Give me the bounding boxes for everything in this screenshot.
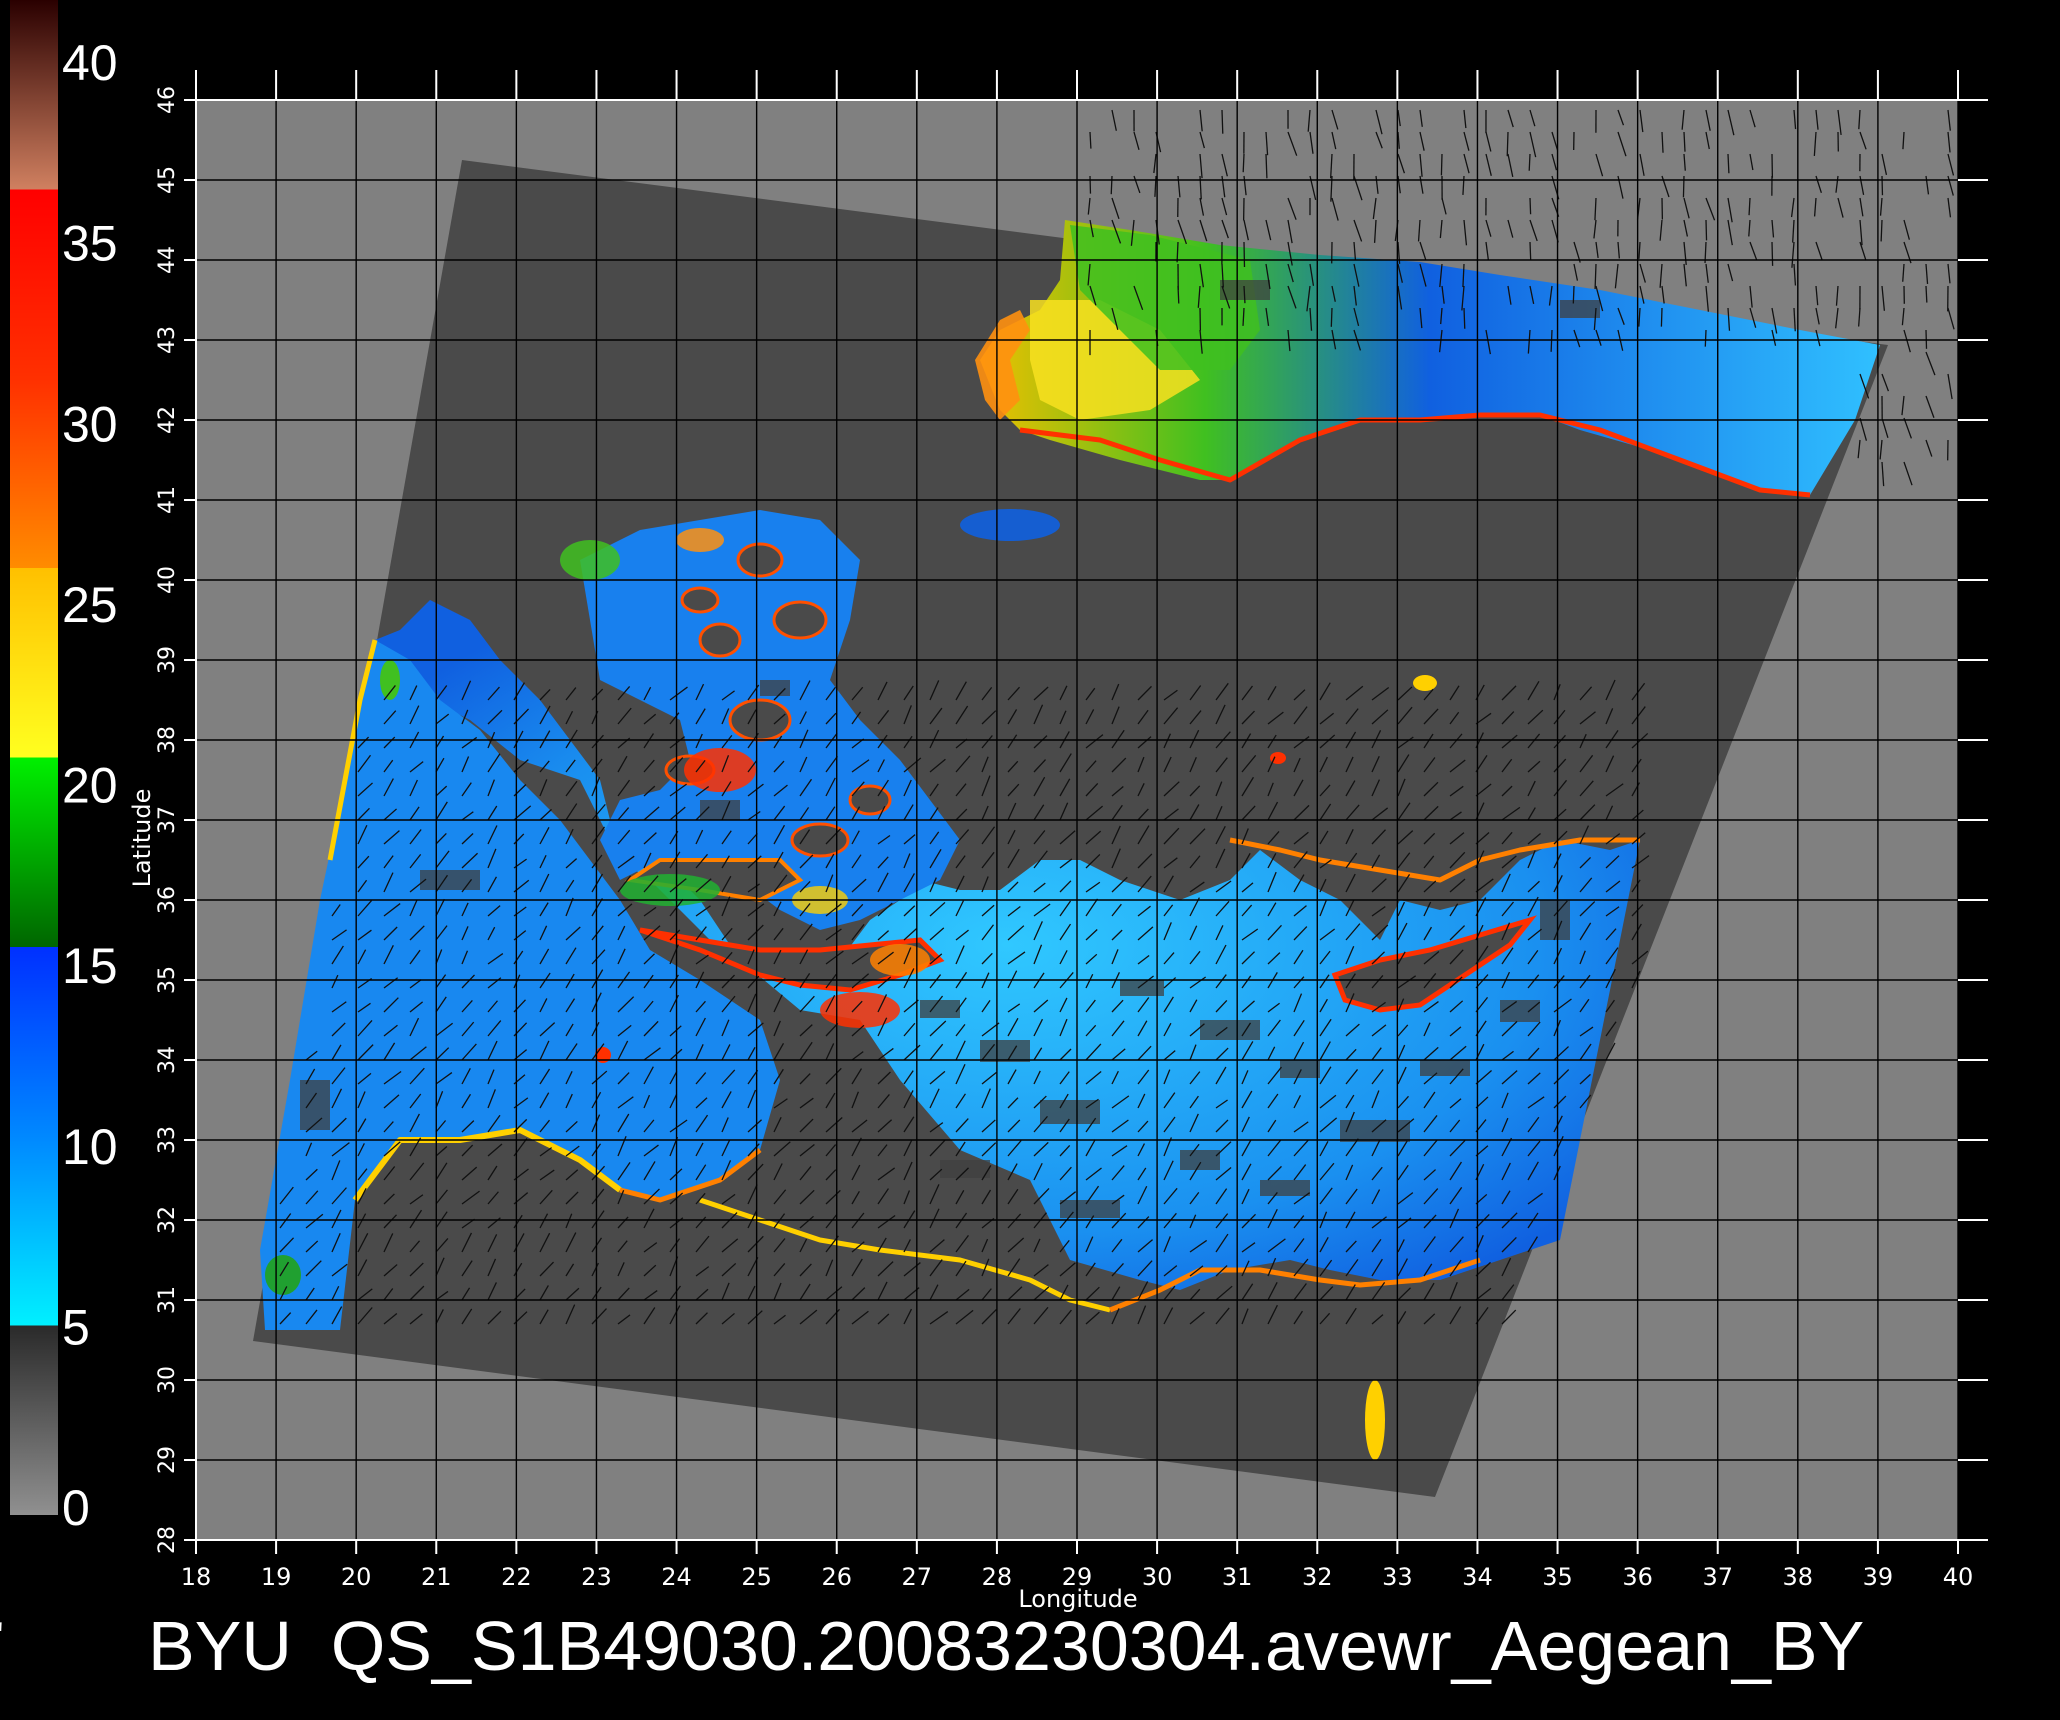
x-tick-label: 40 — [1943, 1563, 1974, 1591]
colorbar-label: 35 — [62, 216, 118, 272]
x-tick-label: 37 — [1702, 1563, 1733, 1591]
y-tick-label: 28 — [155, 1526, 180, 1554]
y-tick-label: 41 — [155, 486, 180, 514]
y-tick-label: 43 — [155, 326, 180, 354]
x-tick-label: 30 — [1142, 1563, 1173, 1591]
x-tick-label: 32 — [1302, 1563, 1333, 1591]
wind-barb — [1682, 175, 1685, 198]
y-tick-label: 30 — [155, 1366, 180, 1394]
colorbar-label: 5 — [62, 1299, 90, 1355]
x-tick-label: 35 — [1542, 1563, 1573, 1591]
y-tick-label: 45 — [155, 166, 180, 194]
colorbar-label: 10 — [62, 1119, 118, 1175]
wind-barb — [1330, 307, 1333, 327]
wind-barb — [1265, 153, 1268, 179]
x-tick-label: 38 — [1783, 1563, 1814, 1591]
figure-title: BYU QS_S1B49030.20083230304.avewr_Aegean… — [148, 1607, 1864, 1685]
x-tick-label: 31 — [1222, 1563, 1253, 1591]
wind-barb — [1727, 153, 1730, 174]
wind-barb — [1177, 285, 1180, 304]
y-tick-label: 42 — [155, 406, 180, 434]
wind-barb — [1528, 153, 1531, 171]
y-tick-labels: 28 29 30 31 32 33 34 35 36 37 38 39 40 41 42 43 44 45 46 — [155, 86, 180, 1554]
y-tick-label: 38 — [155, 726, 180, 754]
colorbar-label: 20 — [62, 758, 118, 814]
x-tick-label: 26 — [821, 1563, 852, 1591]
wind-barb — [1550, 329, 1553, 352]
x-tick-label: 39 — [1863, 1563, 1894, 1591]
wind-barb — [1704, 329, 1707, 347]
x-tick-label: 34 — [1462, 1563, 1493, 1591]
y-tick-label: 40 — [155, 566, 180, 594]
y-tick-label: 35 — [155, 966, 180, 994]
wind-barb — [1705, 219, 1708, 241]
wind-barb — [1463, 307, 1466, 329]
wind-barb — [1771, 241, 1774, 266]
x-tick-label: 23 — [581, 1563, 612, 1591]
wind-barb — [1242, 153, 1245, 173]
x-tick-label: 27 — [902, 1563, 933, 1591]
y-axis-label: Latitude — [128, 789, 156, 888]
x-tick-label: 36 — [1622, 1563, 1653, 1591]
y-tick-label: 31 — [155, 1286, 180, 1314]
colorbar-label: 30 — [62, 396, 118, 452]
wind-barb — [1221, 109, 1224, 134]
x-tick-label: 20 — [341, 1563, 372, 1591]
wind-barb — [1529, 241, 1532, 260]
wind-barb — [1440, 153, 1443, 176]
colorbar-label: 25 — [62, 577, 118, 633]
y-tick-label: 32 — [155, 1206, 180, 1234]
x-tick-label: 24 — [661, 1563, 692, 1591]
wind-barb — [1925, 285, 1928, 303]
wind-barb — [1660, 307, 1663, 327]
y-tick-label: 29 — [155, 1446, 180, 1474]
wind-map-figure: 18 19 20 21 22 23 24 25 26 27 28 29 30 31 32 33 34 35 36 37… — [0, 0, 1988, 1685]
wind-barb — [1572, 285, 1575, 304]
colorbar-label: 15 — [62, 938, 118, 994]
x-tick-label: 18 — [181, 1563, 212, 1591]
wind-barb — [1880, 219, 1883, 242]
footer-left-mark: ' — [0, 1615, 4, 1659]
x-tick-label: 21 — [421, 1563, 452, 1591]
y-tick-label: 34 — [155, 1046, 180, 1074]
colorbar — [10, 0, 58, 1515]
y-tick-label: 33 — [155, 1126, 180, 1154]
y-tick-label: 46 — [155, 86, 180, 114]
colorbar-label: 40 — [62, 35, 118, 91]
x-tick-label: 25 — [741, 1563, 772, 1591]
y-tick-label: 36 — [155, 886, 180, 914]
wind-barb — [1176, 241, 1179, 263]
x-tick-label: 33 — [1382, 1563, 1413, 1591]
colorbar-label: 0 — [62, 1480, 90, 1536]
wind-barb — [1110, 175, 1113, 195]
y-tick-label: 44 — [155, 246, 180, 274]
wind-barb — [1594, 263, 1597, 290]
x-tick-label: 22 — [501, 1563, 532, 1591]
x-tick-label: 28 — [982, 1563, 1013, 1591]
y-tick-label: 37 — [155, 806, 180, 834]
x-tick-label: 19 — [261, 1563, 292, 1591]
y-tick-label: 39 — [155, 646, 180, 674]
wind-barb — [1089, 131, 1092, 149]
wind-barb — [1506, 131, 1509, 157]
wind-barb — [1529, 197, 1532, 215]
colorbar-labels: 0 5 10 15 20 25 30 35 40 — [62, 35, 118, 1536]
